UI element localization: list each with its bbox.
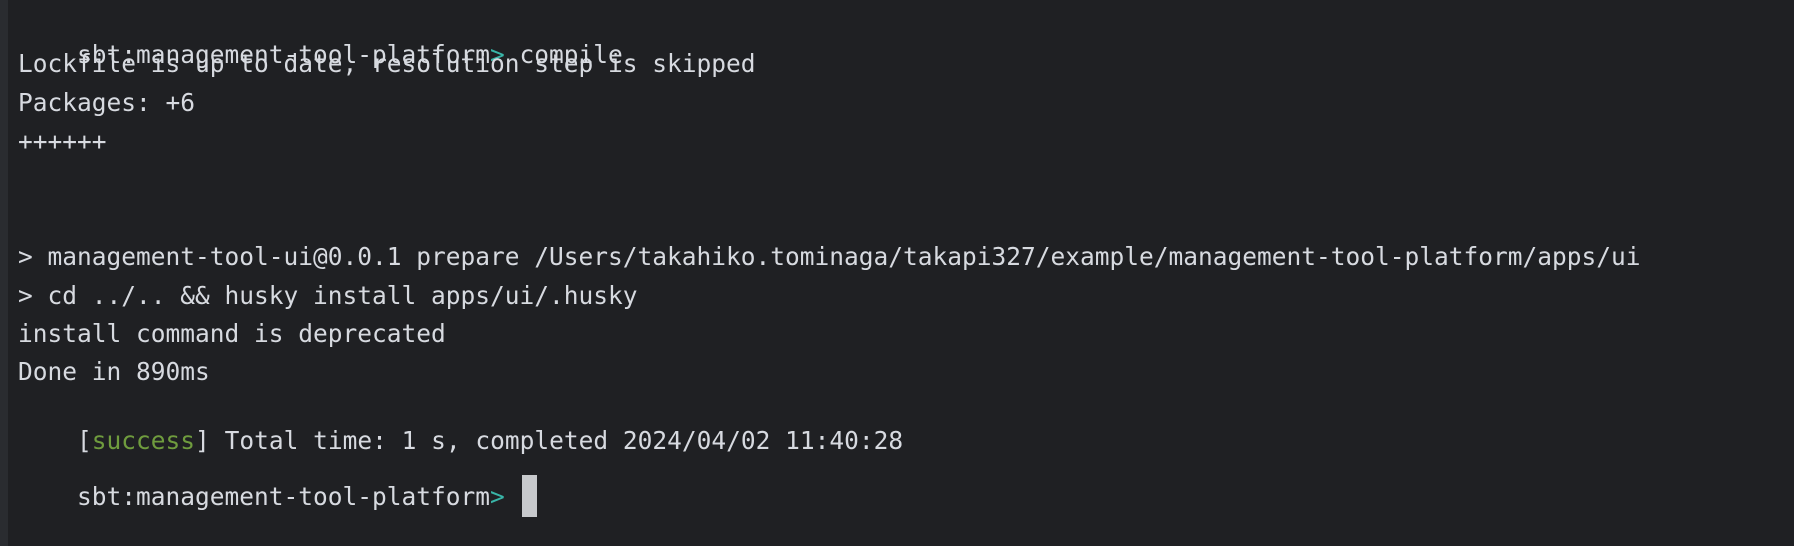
terminal-line-compile: sbt:management-tool-platform> compile <box>18 10 623 69</box>
terminal-line-packages: Packages: +6 <box>18 88 196 117</box>
terminal-line-husky: > cd ../.. && husky install apps/ui/.hus… <box>18 281 638 310</box>
terminal-line-deprecated: install command is deprecated <box>18 319 446 348</box>
terminal-line-prompt[interactable]: sbt:management-tool-platform> <box>18 434 537 517</box>
terminal-line-progress: ++++++ <box>18 127 107 156</box>
terminal-line-done: Done in 890ms <box>18 357 210 386</box>
prompt-arrow: > <box>490 482 505 511</box>
terminal-window[interactable]: sbt:management-tool-platform> compile Lo… <box>0 0 1794 546</box>
terminal-line-prepare: > management-tool-ui@0.0.1 prepare /User… <box>18 242 1641 271</box>
terminal-line-lockfile: Lockfile is up to date, resolution step … <box>18 49 756 78</box>
sbt-prompt: sbt:management-tool-platform <box>77 482 491 511</box>
terminal-line-success: [success] Total time: 1 s, completed 202… <box>18 396 903 455</box>
terminal-gutter <box>0 0 8 546</box>
text-cursor[interactable] <box>521 475 537 517</box>
